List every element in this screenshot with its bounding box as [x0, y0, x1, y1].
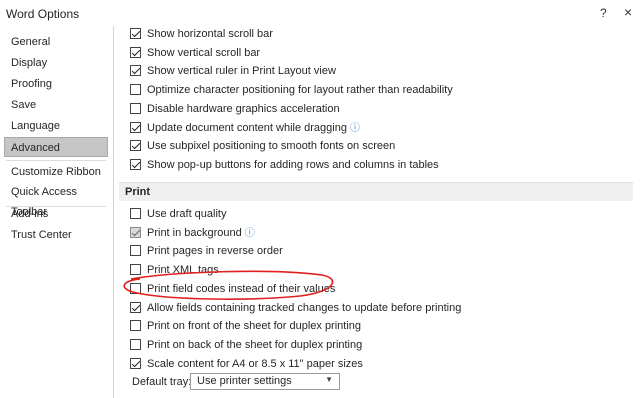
sidebar-item-trust-center[interactable]: Trust Center	[0, 225, 112, 245]
checkbox[interactable]	[130, 121, 141, 133]
checkbox[interactable]	[130, 301, 141, 313]
option-label: Show horizontal scroll bar	[147, 28, 273, 40]
default-tray-select[interactable]: Use printer settings ▼	[190, 373, 340, 390]
option-label: Disable hardware graphics acceleration	[147, 102, 340, 115]
checkbox[interactable]	[130, 158, 141, 170]
checkbox[interactable]	[130, 320, 141, 332]
option-label: Print in background ⓘ	[147, 226, 255, 239]
close-button[interactable]: ×	[624, 4, 632, 20]
default-tray-label: Default tray:	[132, 376, 192, 388]
info-icon[interactable]: ⓘ	[350, 123, 360, 134]
option-label: Update document content while dragging ⓘ	[147, 121, 360, 134]
option-label: Use subpixel positioning to smooth fonts…	[147, 140, 396, 153]
sidebar-item-add-ins[interactable]: Add-ins	[0, 204, 112, 224]
info-icon[interactable]: ⓘ	[245, 228, 255, 239]
option-label: Optimize character positioning for layou…	[147, 84, 453, 97]
sidebar-divider	[6, 160, 106, 161]
checkbox[interactable]	[130, 208, 141, 219]
checkbox[interactable]	[130, 65, 141, 77]
default-tray-value: Use printer settings	[197, 375, 292, 387]
option-label: Allow fields containing tracked changes …	[147, 301, 462, 314]
checkbox[interactable]	[130, 264, 141, 276]
checkbox[interactable]	[130, 140, 141, 152]
option-label: Print pages in reverse order	[147, 245, 283, 258]
chevron-down-icon: ▼	[325, 375, 333, 384]
option-label: Print XML tags	[147, 264, 219, 277]
option-label: Scale content for A4 or 8.5 x 11" paper …	[147, 357, 363, 370]
checkbox[interactable]	[130, 46, 141, 58]
checkbox[interactable]	[130, 226, 141, 238]
sidebar-item-proofing[interactable]: Proofing	[0, 74, 112, 94]
checkbox[interactable]	[130, 28, 141, 39]
option-label: Show vertical scroll bar	[147, 46, 261, 59]
option-label: Use draft quality	[147, 208, 227, 220]
option-label: Print field codes instead of their value…	[147, 282, 336, 295]
sidebar-item-quick-access-toolbar[interactable]: Quick Access Toolbar	[0, 182, 112, 218]
option-label: Show pop-up buttons for adding rows and …	[147, 158, 439, 171]
checkbox[interactable]	[130, 357, 141, 369]
checkbox[interactable]	[130, 245, 141, 257]
advanced-options-panel: Show horizontal scroll bar Show vertical …	[114, 26, 640, 398]
checkbox[interactable]	[130, 84, 141, 96]
sidebar-item-save[interactable]: Save	[0, 95, 112, 115]
title-bar: Word Options ? ×	[0, 0, 640, 26]
sidebar-item-display[interactable]: Display	[0, 53, 112, 73]
sidebar-item-general[interactable]: General	[0, 32, 112, 52]
print-section-heading: Print	[119, 182, 633, 201]
option-label: Show vertical ruler in Print Layout view	[147, 65, 336, 78]
option-label: Print on back of the sheet for duplex pr…	[147, 338, 363, 351]
sidebar: General Display Proofing Save Language A…	[0, 26, 114, 398]
window-title: Word Options	[6, 7, 80, 21]
sidebar-item-customize-ribbon[interactable]: Customize Ribbon	[0, 162, 112, 182]
sidebar-item-language[interactable]: Language	[0, 116, 112, 136]
help-button[interactable]: ?	[600, 6, 607, 20]
sidebar-item-advanced[interactable]: Advanced	[4, 137, 108, 157]
checkbox[interactable]	[130, 338, 141, 350]
checkbox[interactable]	[130, 102, 141, 114]
option-label: Print on front of the sheet for duplex p…	[147, 320, 362, 333]
checkbox[interactable]	[130, 282, 141, 294]
